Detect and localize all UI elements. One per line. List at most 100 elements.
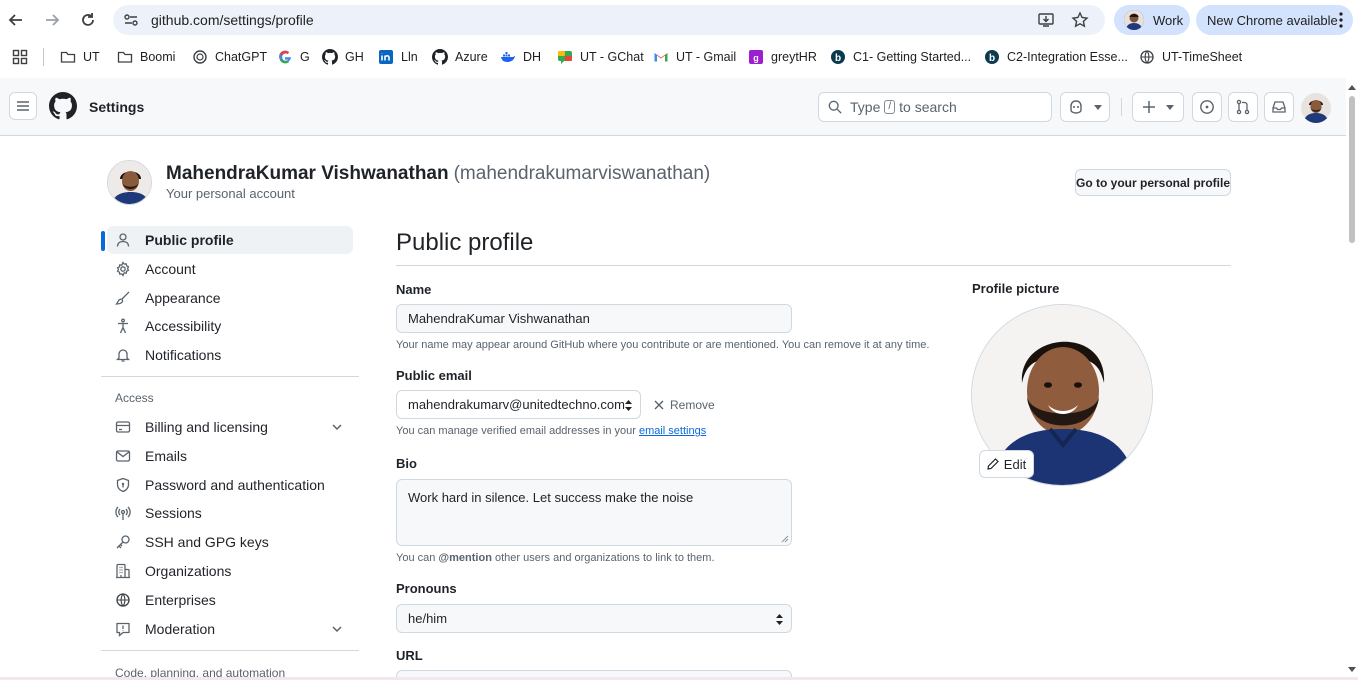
profile-picture-label: Profile picture (972, 281, 1060, 296)
url-text[interactable]: github.com/settings/profile (151, 12, 314, 28)
sidebar-item-password-and-authentication[interactable]: Password and authentication (107, 471, 353, 499)
bookmark-label: UT-TimeSheet (1162, 50, 1243, 64)
account-handle: (mahendrakumarviswanathan) (453, 163, 711, 184)
chevron-down-icon[interactable] (331, 421, 343, 433)
profile-label: Work (1153, 12, 1184, 28)
reload-icon[interactable] (76, 8, 100, 32)
bookmark-label: ChatGPT (215, 50, 268, 64)
bookmark-item[interactable]: g greytHR (748, 48, 817, 66)
user-avatar[interactable] (1301, 93, 1331, 123)
bookmark-item[interactable]: UT (60, 48, 100, 66)
back-icon[interactable] (4, 8, 28, 32)
copilot-button[interactable] (1060, 92, 1110, 122)
hamburger-menu-button[interactable] (9, 92, 37, 120)
scroll-up-icon[interactable] (1348, 84, 1356, 92)
accessibility-icon (115, 318, 131, 334)
page-scrollbar[interactable] (1346, 78, 1358, 680)
shield-lock-icon (115, 477, 131, 493)
edit-picture-button[interactable]: Edit (979, 450, 1034, 478)
sidebar-item-billing-and-licensing[interactable]: Billing and licensing (107, 413, 353, 441)
create-new-button[interactable] (1132, 92, 1184, 122)
name-field[interactable] (396, 304, 792, 333)
sidebar-item-appearance[interactable]: Appearance (107, 284, 353, 312)
bio-label: Bio (396, 456, 417, 471)
sidebar-item-label: Moderation (145, 621, 216, 637)
svg-text:b: b (835, 53, 841, 64)
kebab-menu-icon[interactable] (1339, 12, 1343, 28)
sidebar-item-emails[interactable]: Emails (107, 442, 353, 470)
chevron-down-icon[interactable] (331, 623, 343, 635)
sidebar-item-ssh-and-gpg-keys[interactable]: SSH and GPG keys (107, 528, 353, 556)
star-icon[interactable] (1071, 11, 1089, 29)
issue-icon (1200, 100, 1214, 114)
scroll-down-icon[interactable] (1348, 665, 1356, 673)
sidebar-item-label: Organizations (145, 563, 232, 579)
resize-grip-icon[interactable] (781, 535, 789, 543)
name-note: Your name may appear around GitHub where… (396, 339, 930, 351)
url-label: URL (396, 648, 423, 663)
inbox-icon (1272, 101, 1286, 113)
public-email-select[interactable]: mahendrakumarv@unitedtechno.com (396, 390, 641, 419)
sidebar-item-accessibility[interactable]: Accessibility (107, 312, 353, 340)
apps-grid-icon[interactable] (12, 48, 28, 66)
sidebar-item-enterprises[interactable]: Enterprises (107, 586, 353, 614)
scroll-thumb[interactable] (1349, 96, 1355, 243)
email-note-text: You can manage verified email addresses … (396, 425, 636, 437)
bookmark-item[interactable]: Boomi (117, 48, 175, 66)
bookmark-item[interactable]: DH (500, 48, 541, 66)
gchat-icon (557, 49, 573, 65)
inbox-button[interactable] (1264, 92, 1294, 122)
chrome-update-button[interactable]: New Chrome available (1196, 5, 1353, 35)
issues-button[interactable] (1192, 92, 1222, 122)
sidebar-item-public-profile[interactable]: Public profile (107, 226, 353, 254)
sidebar-item-organizations[interactable]: Organizations (107, 557, 353, 585)
search-input[interactable]: Type / to search (818, 92, 1052, 122)
profile-chip[interactable]: Work (1114, 5, 1190, 35)
sidebar-item-label: Emails (145, 448, 188, 464)
pencil-icon (987, 458, 999, 470)
sidebar-item-sessions[interactable]: Sessions (107, 499, 353, 527)
sidebar-item-label: Sessions (145, 505, 202, 521)
pronouns-select[interactable]: he/him (396, 604, 792, 633)
bio-note-mention: @mention (438, 552, 492, 564)
bookmark-item[interactable]: UT - Gmail (653, 48, 736, 66)
bookmark-item[interactable]: Lln (378, 48, 418, 66)
bio-note-suffix: other users and organizations to link to… (495, 552, 715, 564)
bookmark-item[interactable]: b C2-Integration Esse... (984, 48, 1128, 66)
select-arrows-icon (625, 400, 632, 411)
email-settings-link[interactable]: email settings (639, 425, 706, 437)
hamburger-icon (17, 101, 29, 111)
sidebar-item-account[interactable]: Account (107, 255, 353, 283)
linkedin-icon (378, 49, 394, 65)
folder-icon (117, 49, 133, 65)
install-app-icon[interactable] (1037, 11, 1055, 29)
sidebar-item-moderation[interactable]: Moderation (107, 615, 353, 643)
forward-icon[interactable] (40, 8, 64, 32)
bookmark-item[interactable]: UT - GChat (557, 48, 644, 66)
site-settings-icon[interactable] (123, 12, 139, 28)
bookmark-item[interactable]: GH (322, 48, 364, 66)
bookmark-item[interactable]: G (277, 48, 310, 66)
key-icon (115, 534, 131, 550)
go-to-profile-button[interactable]: Go to your personal profile (1075, 169, 1231, 196)
bookmark-item[interactable]: UT-TimeSheet (1139, 48, 1242, 66)
bookmark-item[interactable]: b C1- Getting Started... (830, 48, 971, 66)
sidebar-item-notifications[interactable]: Notifications (107, 341, 353, 369)
bookmark-item[interactable]: Azure (432, 48, 488, 66)
bookmark-label: UT (83, 50, 100, 64)
address-bar[interactable]: github.com/settings/profile (113, 5, 1105, 35)
chevron-down-icon (1094, 104, 1102, 110)
select-arrows-icon (776, 614, 783, 625)
b-icon: b (984, 49, 1000, 65)
pull-requests-button[interactable] (1228, 92, 1258, 122)
public-email-value: mahendrakumarv@unitedtechno.com (408, 397, 625, 412)
github-logo-icon[interactable] (49, 92, 77, 120)
sidebar-item-label: Billing and licensing (145, 419, 268, 435)
copilot-icon (1070, 100, 1082, 114)
remove-email-button[interactable]: Remove (654, 397, 715, 413)
bookmark-item[interactable]: ChatGPT (192, 48, 267, 66)
bookmarks-separator (43, 48, 44, 66)
bio-textarea[interactable]: Work hard in silence. Let success make t… (396, 479, 792, 546)
account-subtitle: Your personal account (166, 186, 295, 201)
gmail-icon (653, 49, 669, 65)
